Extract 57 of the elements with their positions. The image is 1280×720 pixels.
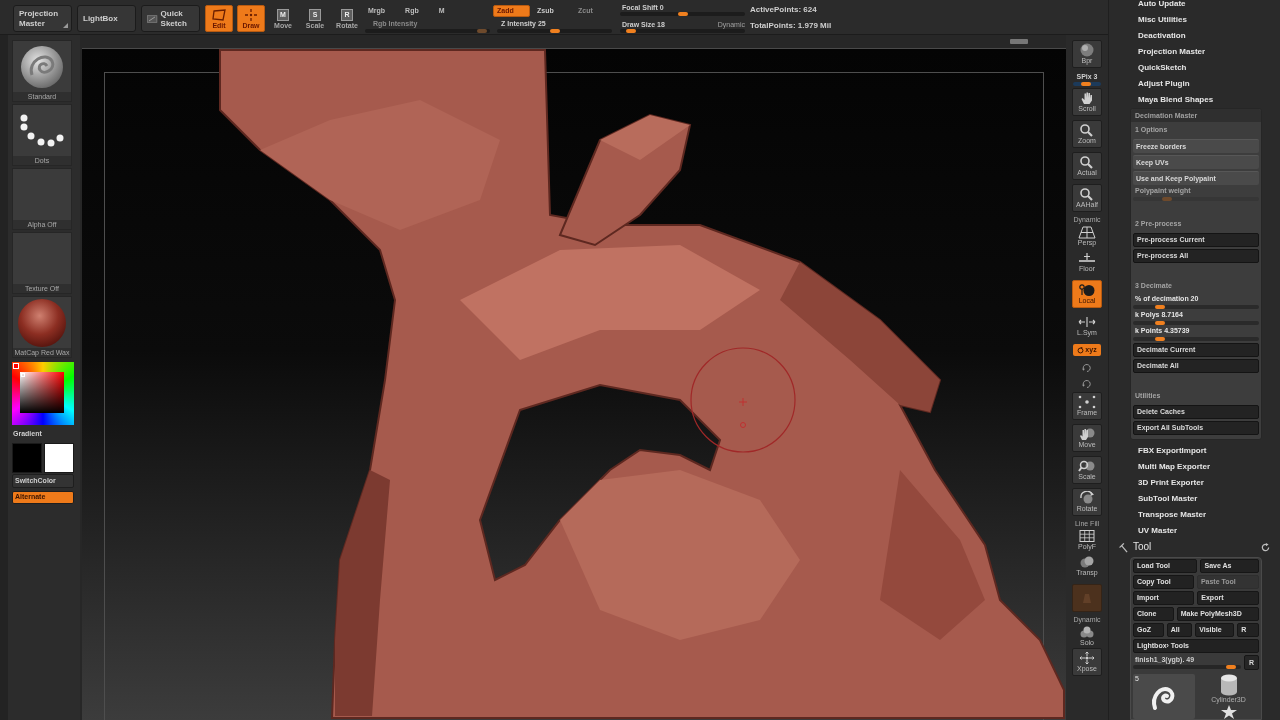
crosshair-icon	[243, 9, 259, 21]
grid-icon	[1077, 529, 1097, 543]
color-picker[interactable]	[12, 362, 74, 425]
palette-title[interactable]: Tool	[1133, 541, 1152, 553]
plugin-menu-item[interactable]: 3D Print Exporter	[1138, 475, 1204, 491]
slider-thumb[interactable]	[1155, 305, 1166, 309]
star-icon[interactable]	[1220, 705, 1237, 719]
rotate-icon[interactable]	[1080, 363, 1094, 373]
plugin-menu-item[interactable]: QuickSketch	[1138, 60, 1187, 76]
plugin-menu-item[interactable]: Transpose Master	[1138, 507, 1207, 523]
sketch-icon	[147, 12, 158, 25]
plugin-menu-item[interactable]: Auto Update	[1138, 0, 1186, 12]
plugin-menu-item[interactable]: FBX ExportImport	[1138, 443, 1207, 459]
slider-thumb[interactable]	[677, 12, 688, 16]
frame-dots-icon	[1077, 395, 1097, 409]
toolbar-button[interactable]: Projection Master	[13, 5, 72, 32]
slider-track[interactable]	[1073, 82, 1101, 86]
quad-outline-icon	[211, 9, 227, 21]
canvas-scroll-handle[interactable]	[1010, 39, 1028, 44]
brush-cursor-icon	[690, 347, 796, 453]
perspective-grid-icon	[1077, 225, 1097, 239]
plugin-menu-item[interactable]: SubTool Master	[1138, 491, 1198, 507]
toolbar-button[interactable]: Quick Sketch	[141, 5, 200, 32]
slider-thumb[interactable]	[625, 29, 636, 33]
color-swatch-icon[interactable]	[44, 443, 74, 473]
plugin-menu-item[interactable]: UV Master	[1138, 523, 1178, 539]
plugin-menu-item[interactable]: Multi Map Exporter	[1138, 459, 1210, 475]
point-count: ActivePoints: 624	[750, 5, 818, 15]
slider-thumb[interactable]	[1081, 82, 1092, 86]
material-sphere-icon	[16, 297, 68, 348]
hammer-icon	[1117, 541, 1128, 553]
arrows-icon	[1077, 651, 1097, 665]
plugin-menu-item[interactable]: Deactivation	[1138, 28, 1186, 44]
toolbar-button[interactable]: LightBox	[77, 5, 136, 32]
ring-icon	[1077, 346, 1085, 354]
corner-triangle-icon	[63, 23, 68, 28]
floor-icon	[1077, 251, 1097, 265]
rotate-icon[interactable]	[1080, 379, 1094, 389]
slider-thumb[interactable]	[1155, 321, 1166, 325]
sphere-pin-icon	[1077, 283, 1097, 297]
slider-thumb[interactable]	[1155, 337, 1166, 341]
slider-thumb[interactable]	[549, 29, 560, 33]
brush-sphere-icon	[20, 44, 64, 89]
slider-thumb[interactable]	[1226, 665, 1237, 669]
plugin-menu-item[interactable]: Maya Blend Shapes	[1138, 92, 1214, 108]
magnifier-sphere-icon	[1077, 459, 1097, 473]
arrows-icon	[1077, 315, 1097, 329]
color-swatch-icon[interactable]	[12, 443, 42, 473]
refresh-icon[interactable]	[1261, 542, 1270, 552]
dots-icon	[19, 112, 65, 149]
plugin-menu-item[interactable]: Projection Master	[1138, 44, 1206, 60]
rotate-sphere-icon	[1077, 491, 1097, 505]
plugin-menu-item[interactable]: Adjust Plugin	[1138, 76, 1190, 92]
point-count: TotalPoints: 1.979 Mil	[750, 21, 832, 31]
cylinder-icon	[1219, 674, 1238, 696]
plugin-menu-item[interactable]: Misc Utilities	[1138, 12, 1187, 28]
hand-sphere-icon	[1077, 427, 1097, 441]
